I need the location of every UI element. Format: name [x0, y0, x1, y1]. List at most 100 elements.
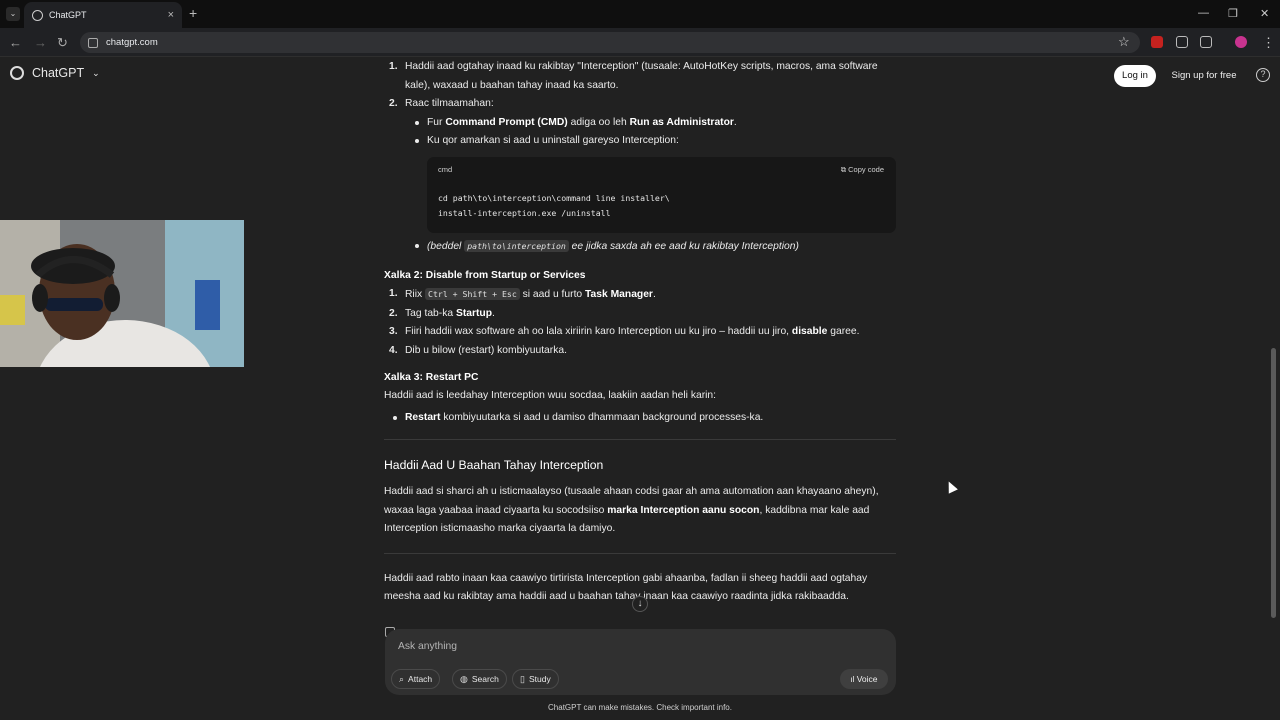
bookmark-star-icon[interactable]: ☆: [1118, 34, 1130, 50]
minimize-button[interactable]: —: [1198, 7, 1209, 19]
study-label: Study: [528, 674, 551, 684]
text: ee jidka saxda ah ee aad ku rakibtay Int…: [568, 240, 799, 252]
book-icon: ▯: [520, 674, 525, 684]
list-number: 3.: [389, 326, 398, 338]
openai-logo-icon: [10, 66, 24, 80]
code-content: cd path\to\interception\command line ins…: [438, 191, 670, 222]
study-button[interactable]: ▯ Study: [512, 669, 559, 689]
list-number: 2.: [389, 98, 398, 110]
globe-icon: ◍: [460, 674, 468, 684]
extension-stack-icon[interactable]: [1176, 36, 1188, 48]
copy-code-button[interactable]: ⧉ Copy code: [841, 161, 884, 180]
code-line: cd path\to\interception\command line ins…: [438, 192, 670, 203]
adblock-extension-icon[interactable]: [1151, 36, 1163, 48]
bold-text: Restart: [405, 411, 441, 423]
list-number: 1.: [389, 61, 398, 72]
browser-tab[interactable]: ChatGPT ×: [24, 2, 182, 28]
login-button[interactable]: Log in: [1114, 65, 1156, 87]
profile-avatar[interactable]: [1235, 36, 1247, 48]
list-number: 2.: [389, 307, 398, 319]
bold-text: Task Manager: [585, 289, 653, 301]
list-number: 1.: [389, 288, 398, 300]
text: .: [492, 307, 495, 319]
text: Fur: [427, 116, 446, 128]
reload-icon[interactable]: ↻: [57, 35, 68, 51]
list-item: (beddel path\to\interception ee jidka sa…: [384, 237, 896, 257]
list-item: 3. Fiiri haddii wax software ah oo lala x…: [384, 323, 896, 342]
close-window-button[interactable]: ✕: [1260, 7, 1269, 20]
ask-input-placeholder[interactable]: Ask anything: [398, 641, 457, 652]
browser-menu-icon[interactable]: ⋮: [1262, 35, 1275, 51]
paragraph: Haddii aad is leedahay Interception wuu …: [384, 390, 717, 402]
list-number: 4.: [389, 344, 398, 356]
list-item: 1. Haddii aad ogtahay inaad ku rakibtay "…: [384, 58, 896, 95]
tab-title: ChatGPT: [49, 10, 87, 20]
webcam-overlay: [0, 220, 244, 367]
bold-text: Startup: [455, 307, 492, 319]
code-line: install-interception.exe /uninstall: [438, 208, 611, 219]
composer[interactable]: Ask anything ⌕ Attach ◍ Search ▯ Study ıl V…: [385, 629, 896, 695]
list-item: Restart kombiyuutarka si aad u damiso dh…: [384, 409, 896, 428]
text: (beddel: [427, 240, 465, 252]
text: kombiyuutarka si aad u damiso dhammaan b…: [440, 411, 764, 423]
section-heading: Xalka 3: Restart PC: [384, 371, 479, 383]
bold-text: Run as Administrator: [629, 116, 734, 128]
scroll-down-icon[interactable]: ↓: [632, 596, 648, 612]
inline-code: path\to\interception: [464, 239, 569, 252]
forward-icon[interactable]: →: [34, 35, 47, 50]
list-item: 2. Tag tab-ka Startup.: [384, 305, 896, 324]
help-icon[interactable]: ?: [1256, 68, 1270, 82]
search-button[interactable]: ◍ Search: [452, 669, 507, 689]
browser-tab-bar: ⌄ ChatGPT × + — ❐ ✕: [0, 0, 1280, 28]
list-item: 2. Raac tilmaamahan:: [384, 95, 896, 114]
tab-list-button[interactable]: ⌄: [6, 7, 20, 21]
list-item: Fur Command Prompt (CMD) adiga oo leh Ru…: [384, 114, 896, 133]
scrollbar[interactable]: [1271, 348, 1276, 618]
list-item: 4. Dib u bilow (restart) kombiyuutarka.: [384, 342, 896, 361]
text: .: [733, 116, 737, 128]
chatgpt-favicon-icon: [32, 9, 43, 21]
list-item: Ku qor amarkan si aad u uninstall gareys…: [384, 132, 896, 151]
new-tab-button[interactable]: +: [189, 5, 197, 21]
search-label: Search: [471, 674, 499, 684]
text: Ku qor amarkan si aad u uninstall gareys…: [427, 135, 679, 147]
signup-button[interactable]: Sign up for free: [1165, 65, 1243, 87]
text: Riix: [405, 289, 426, 301]
text: Tag tab-ka: [405, 307, 456, 319]
divider: [384, 439, 896, 441]
logo-text: ChatGPT: [32, 66, 85, 80]
voice-label: Voice: [856, 674, 878, 684]
divider: [384, 552, 896, 554]
tab-close-icon[interactable]: ×: [168, 9, 174, 21]
voice-button[interactable]: ıl Voice: [840, 669, 888, 689]
chevron-down-icon: ⌄: [92, 67, 100, 78]
url-text: chatgpt.com: [106, 37, 158, 48]
bold-text: marka Interception aanu socon: [607, 504, 760, 516]
text: Fiiri haddii wax software ah oo lala xir…: [405, 326, 792, 338]
list-item: 1. Riix Ctrl + Shift + Esc si aad u furto…: [384, 285, 896, 305]
attach-button[interactable]: ⌕ Attach: [391, 669, 441, 689]
webcam-image: [0, 220, 244, 367]
inline-code: Ctrl + Shift + Esc: [425, 288, 520, 301]
chatgpt-model-selector[interactable]: ChatGPT ⌄: [10, 66, 100, 80]
maximize-button[interactable]: ❐: [1228, 7, 1238, 20]
code-language: cmd: [438, 164, 453, 174]
paragraph: Haddii aad si sharci ah u isticmaalayso …: [384, 483, 896, 539]
text: si aad u furto: [519, 289, 586, 301]
text: garee.: [827, 326, 860, 338]
extensions-puzzle-icon[interactable]: [1200, 36, 1212, 48]
paperclip-icon: ⌕: [399, 674, 405, 684]
attach-label: Attach: [408, 674, 433, 684]
assistant-message: 1. Haddii aad ogtahay inaad ku rakibtay "…: [384, 58, 896, 607]
text: adiga oo leh: [567, 116, 630, 128]
disclaimer-text: ChatGPT can make mistakes. Check importa…: [548, 703, 732, 712]
site-info-icon[interactable]: [88, 37, 98, 48]
code-block: cmd ⧉ Copy code cd path\to\interception\…: [427, 156, 896, 233]
bold-text: disable: [791, 326, 828, 338]
section-heading: Xalka 2: Disable from Startup or Service…: [384, 269, 586, 281]
back-icon[interactable]: ←: [9, 35, 22, 50]
url-field[interactable]: chatgpt.com: [80, 32, 1140, 53]
text: .: [652, 289, 656, 301]
section-title: Haddii Aad U Baahan Tahay Interception: [384, 458, 604, 473]
list-text: Raac tilmaamahan:: [405, 98, 494, 110]
